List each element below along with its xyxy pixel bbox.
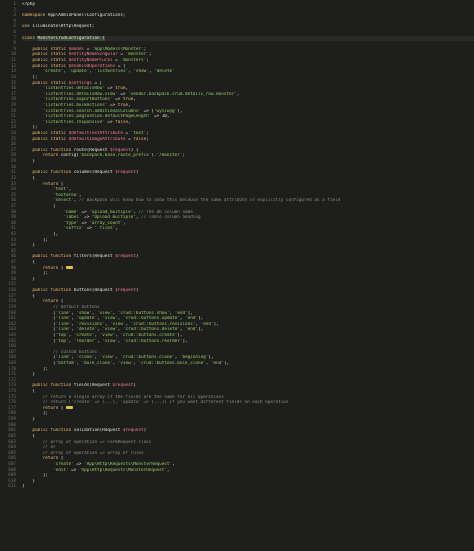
fold-marker-icon[interactable] <box>66 265 74 270</box>
code-line[interactable]: 611} <box>0 484 474 490</box>
code-editor[interactable]: 1 <?php 2 3 namespace App\AdminPanel\Configu… <box>0 0 474 551</box>
fold-marker-icon[interactable] <box>66 405 74 410</box>
code-area[interactable]: 1 <?php 2 3 namespace App\AdminPanel\Configu… <box>0 0 474 490</box>
line-text: } <box>22 484 25 490</box>
line-number: 611 <box>8 484 16 490</box>
